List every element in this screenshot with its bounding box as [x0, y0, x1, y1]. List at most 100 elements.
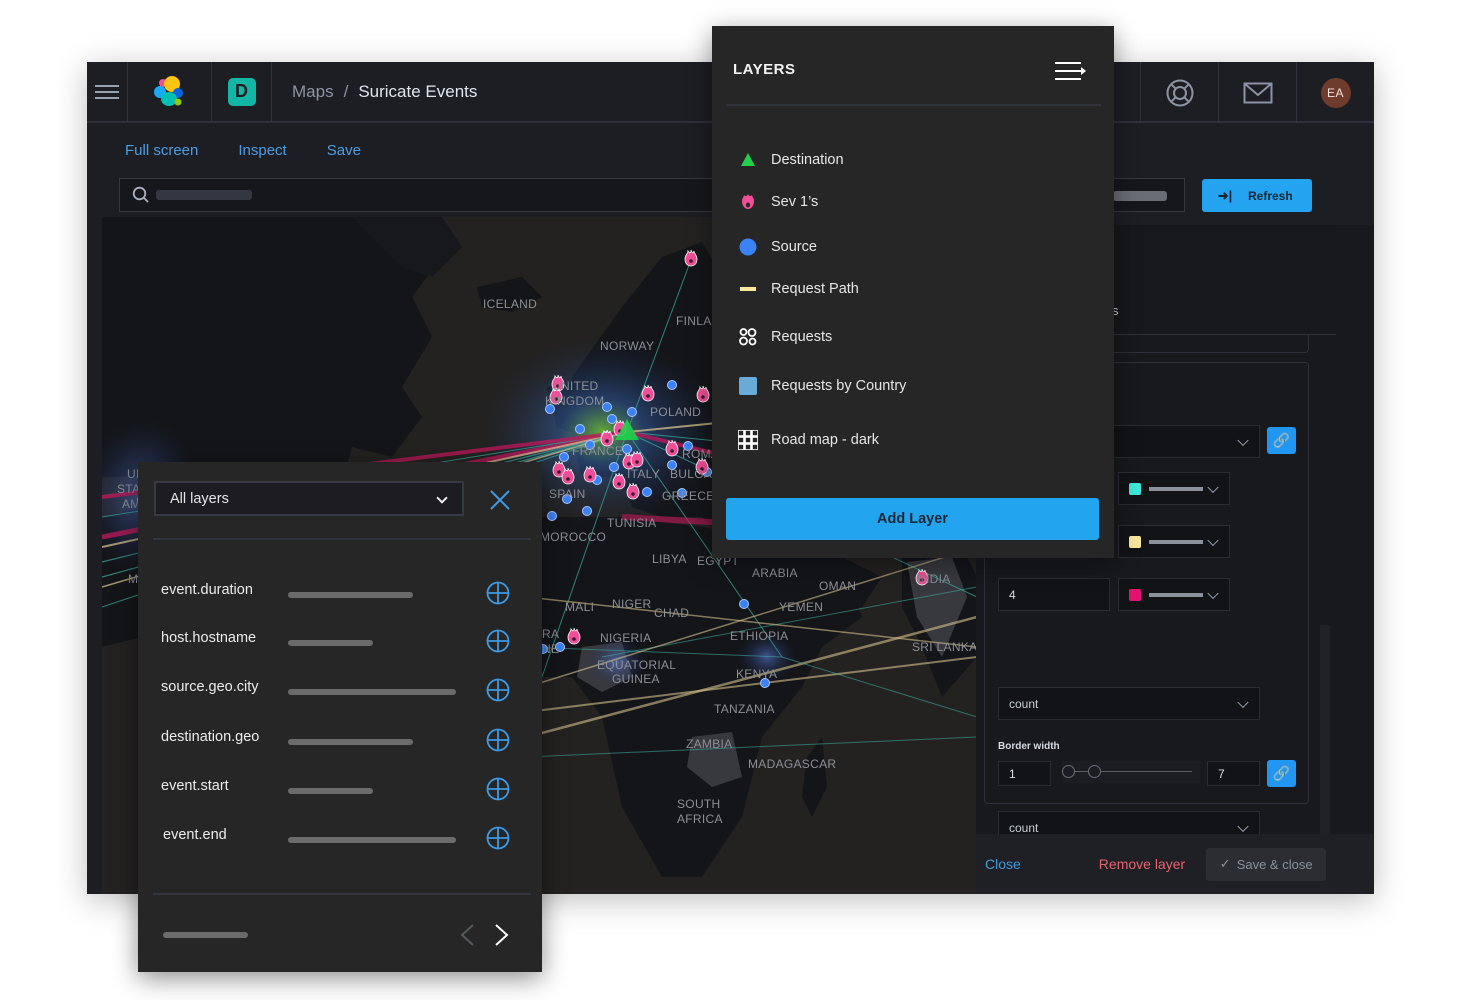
collapse-panel-icon[interactable] [1055, 62, 1087, 80]
field-value-placeholder [288, 592, 413, 598]
source-point [622, 444, 632, 454]
save-link[interactable]: Save [327, 142, 361, 159]
layer-icon-wrapper [738, 430, 758, 450]
editor-scrollbar[interactable] [1320, 625, 1330, 835]
sev1-flame-core [631, 492, 635, 496]
map-country-label: ETHIOPIA [730, 629, 789, 643]
sev1-flame-core [670, 449, 674, 453]
layer-item[interactable]: Source [738, 237, 817, 257]
map-country-label: CHAD [654, 606, 690, 620]
border-width-max-input[interactable]: 7 [1207, 761, 1260, 786]
layer-item[interactable]: Sev 1’s [738, 192, 818, 212]
source-point [627, 407, 637, 417]
add-field-icon[interactable] [486, 728, 510, 752]
date-picker-placeholder-bar[interactable] [1113, 191, 1167, 201]
border-width-label: Border width [998, 741, 1060, 752]
layer-item-label: Road map - dark [771, 432, 879, 448]
layer-item[interactable]: Requests by Country [738, 376, 906, 396]
layer-item[interactable]: Destination [738, 150, 844, 170]
border-width-min-input[interactable]: 1 [998, 761, 1051, 786]
chevron-down-icon [1207, 481, 1219, 493]
color-stop-picker-2[interactable] [1118, 525, 1230, 558]
help-button[interactable] [1140, 62, 1218, 123]
border-width-range-slider[interactable] [1062, 761, 1200, 783]
remove-layer-link[interactable]: Remove layer [1099, 856, 1185, 872]
source-point [575, 424, 585, 434]
sev1-flame-core [572, 637, 576, 641]
layer-item[interactable]: Requests [738, 327, 832, 347]
layer-icon-wrapper [738, 237, 758, 257]
color-stop-picker-3[interactable] [1118, 578, 1230, 611]
space-badge: D [227, 77, 256, 106]
map-country-label: UNITED [552, 379, 599, 393]
layer-item[interactable]: Request Path [738, 279, 859, 299]
add-field-icon[interactable] [486, 629, 510, 653]
close-icon[interactable] [488, 488, 512, 512]
layers-title: LAYERS [733, 61, 796, 78]
circle-icon [739, 238, 757, 256]
tooltip-field-row: host.hostname [138, 625, 542, 655]
field-value-placeholder [288, 689, 456, 695]
add-field-icon[interactable] [486, 581, 510, 605]
color-stop-picker-1[interactable] [1118, 472, 1230, 505]
elastic-logo[interactable] [128, 62, 212, 122]
inspect-link[interactable]: Inspect [238, 142, 286, 159]
save-and-close-button[interactable]: ✓ Save & close [1206, 847, 1327, 881]
color-value-placeholder [1149, 486, 1203, 491]
color-ramp-select[interactable] [1112, 425, 1260, 458]
breadcrumb-separator: / [343, 81, 349, 101]
full-screen-link[interactable]: Full screen [125, 142, 198, 159]
map-country-label: ARABIA [752, 566, 798, 580]
map-country-label: MOROCCO [540, 530, 607, 544]
close-link[interactable]: Close [985, 856, 1021, 872]
add-field-icon[interactable] [486, 678, 510, 702]
mail-icon [1243, 82, 1272, 103]
sev1-flame-core [646, 394, 650, 398]
add-field-icon[interactable] [486, 826, 510, 850]
map-country-label: POLAND [650, 405, 702, 419]
cluster-icon [739, 328, 757, 346]
chevron-left-icon[interactable] [458, 922, 476, 948]
link-button[interactable]: 🔗 [1267, 427, 1296, 454]
tooltip-divider-bottom [153, 893, 531, 895]
map-country-label: RA [542, 627, 560, 641]
add-layer-button[interactable]: Add Layer [726, 498, 1099, 540]
slider-handle-max[interactable] [1088, 765, 1101, 778]
sev1-flame-core [588, 475, 592, 479]
color-field-select[interactable]: count [998, 687, 1260, 720]
refresh-button[interactable]: ➜| Refresh [1202, 179, 1312, 212]
slider-handle-min[interactable] [1062, 765, 1075, 778]
field-name: event.start [161, 778, 229, 794]
chevron-down-icon [436, 492, 448, 504]
tooltip-field-row: source.geo.city [138, 674, 542, 704]
map-country-label: ICELAND [483, 297, 538, 311]
chevron-down-icon [1207, 587, 1219, 599]
chevron-down-icon [1237, 696, 1249, 708]
layers-divider [726, 104, 1101, 106]
layer-item[interactable]: Road map - dark [738, 430, 879, 450]
menu-button[interactable] [87, 62, 128, 122]
space-selector[interactable]: D [212, 62, 272, 122]
breadcrumb-maps[interactable]: Maps [292, 82, 334, 102]
user-menu-button[interactable]: EA [1296, 62, 1374, 123]
add-field-icon[interactable] [486, 777, 510, 801]
chevron-down-icon [1237, 820, 1249, 832]
link-button[interactable]: 🔗 [1267, 760, 1296, 787]
chevron-right-icon[interactable] [493, 922, 511, 948]
source-point [609, 462, 619, 472]
editor-footer: Close Remove layer ✓ Save & close [976, 834, 1374, 894]
mail-button[interactable] [1218, 62, 1296, 123]
map-country-label: TANZANIA [714, 702, 775, 716]
map-country-label: TUNISIA [607, 516, 657, 530]
chevron-down-icon [1207, 534, 1219, 546]
map-country-label: GREECE [662, 489, 715, 503]
layer-filter-value: All layers [170, 490, 229, 507]
tooltip-fields-panel: All layers event.duration host.hostname so… [138, 462, 542, 972]
chevron-down-icon [1237, 434, 1249, 446]
color-stop-value-input[interactable]: 4 [998, 578, 1110, 611]
field-name: event.end [163, 827, 227, 843]
layer-filter-select[interactable]: All layers [154, 481, 464, 516]
source-point [582, 506, 592, 516]
map-country-label: FINLA [676, 314, 712, 328]
flame-icon [742, 194, 754, 209]
